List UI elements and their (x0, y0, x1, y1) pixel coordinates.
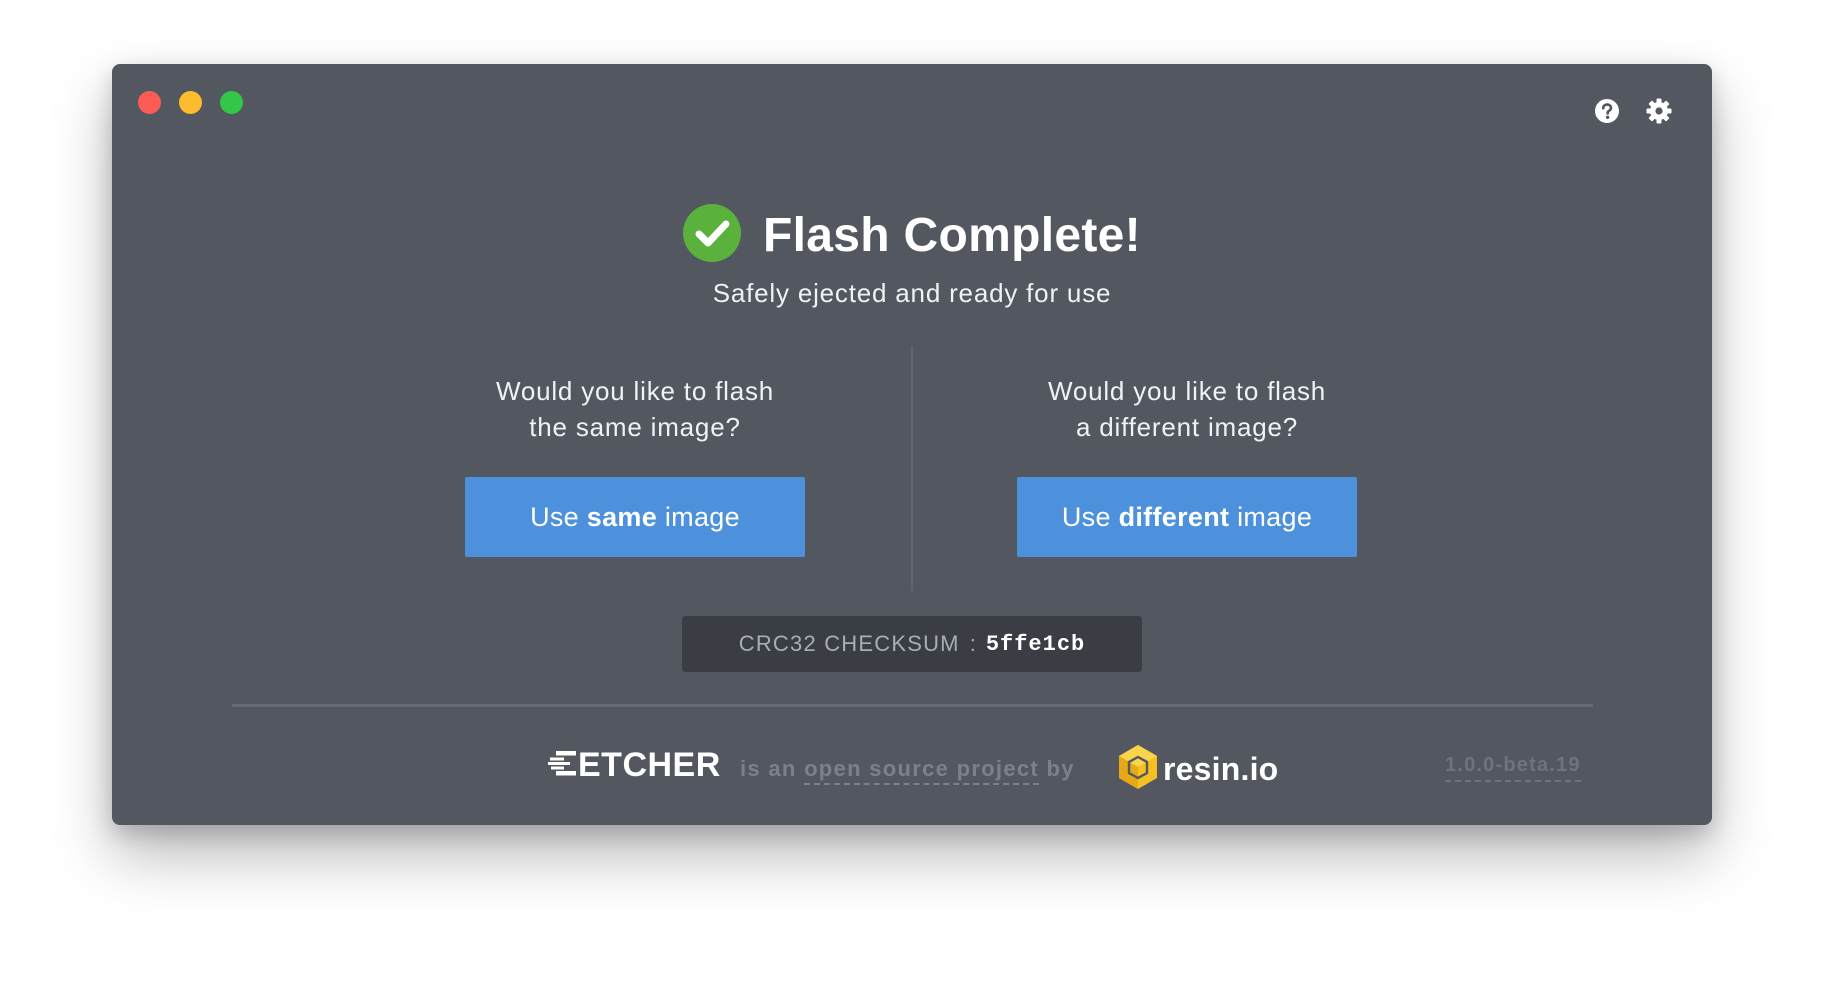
help-icon[interactable] (1594, 98, 1620, 129)
resin-cube-icon (1117, 744, 1159, 795)
checksum-separator: : (969, 631, 976, 656)
etcher-speed-lines-icon (548, 748, 576, 783)
footer-divider (232, 704, 1593, 707)
resin-io-logo-text: resin.io (1163, 751, 1279, 787)
use-same-image-button-prefix: Use (530, 501, 579, 532)
success-check-icon (683, 204, 742, 267)
different-image-question: Would you like to flash a different imag… (987, 373, 1387, 445)
settings-gear-icon[interactable] (1646, 98, 1672, 129)
use-same-image-button-bold: same (586, 501, 658, 532)
different-image-question-line1: Would you like to flash (1047, 376, 1327, 406)
different-image-option: Would you like to flash a different imag… (987, 373, 1387, 557)
maximize-window-button[interactable] (220, 91, 243, 114)
footer-attribution: is an open source project by (740, 756, 1075, 785)
flash-status-header: Flash Complete! (112, 204, 1712, 267)
use-different-image-button-bold: different (1118, 501, 1230, 532)
different-image-question-line2: a different image? (1075, 412, 1299, 442)
footer: ETCHER is an open source project by resi… (112, 744, 1712, 804)
same-image-question-line2: the same image? (529, 412, 741, 442)
checksum-badge: CRC32 CHECKSUM : 5ffe1cb (682, 616, 1142, 672)
status-subtitle: Safely ejected and ready for use (712, 278, 1112, 308)
window-controls (138, 91, 243, 114)
close-window-button[interactable] (138, 91, 161, 114)
page-title: Flash Complete! (763, 209, 1141, 262)
footer-text-prefix: is an (740, 756, 797, 781)
use-same-image-button[interactable]: Use same image (465, 477, 805, 557)
etcher-logo[interactable]: ETCHER (548, 746, 721, 785)
etcher-logo-text: ETCHER (578, 746, 721, 784)
use-different-image-button[interactable]: Use different image (1017, 477, 1357, 557)
column-divider (911, 346, 913, 591)
checksum-value: 5ffe1cb (985, 631, 1086, 657)
minimize-window-button[interactable] (179, 91, 202, 114)
header-actions (1594, 98, 1672, 129)
use-different-image-button-prefix: Use (1061, 501, 1111, 532)
same-image-question: Would you like to flash the same image? (435, 373, 835, 445)
use-same-image-button-suffix: image (664, 501, 740, 532)
version-link[interactable]: 1.0.0-beta.19 (1445, 754, 1581, 782)
same-image-question-line1: Would you like to flash (495, 376, 775, 406)
checksum-label: CRC32 CHECKSUM (738, 631, 960, 656)
same-image-option: Would you like to flash the same image? … (435, 373, 835, 557)
resin-io-logo[interactable]: resin.io (1117, 744, 1278, 795)
open-source-link[interactable]: open source project (804, 756, 1040, 785)
use-different-image-button-suffix: image (1237, 501, 1313, 532)
app-window: Flash Complete! Safely ejected and ready… (112, 64, 1712, 825)
footer-text-suffix: by (1046, 756, 1075, 781)
